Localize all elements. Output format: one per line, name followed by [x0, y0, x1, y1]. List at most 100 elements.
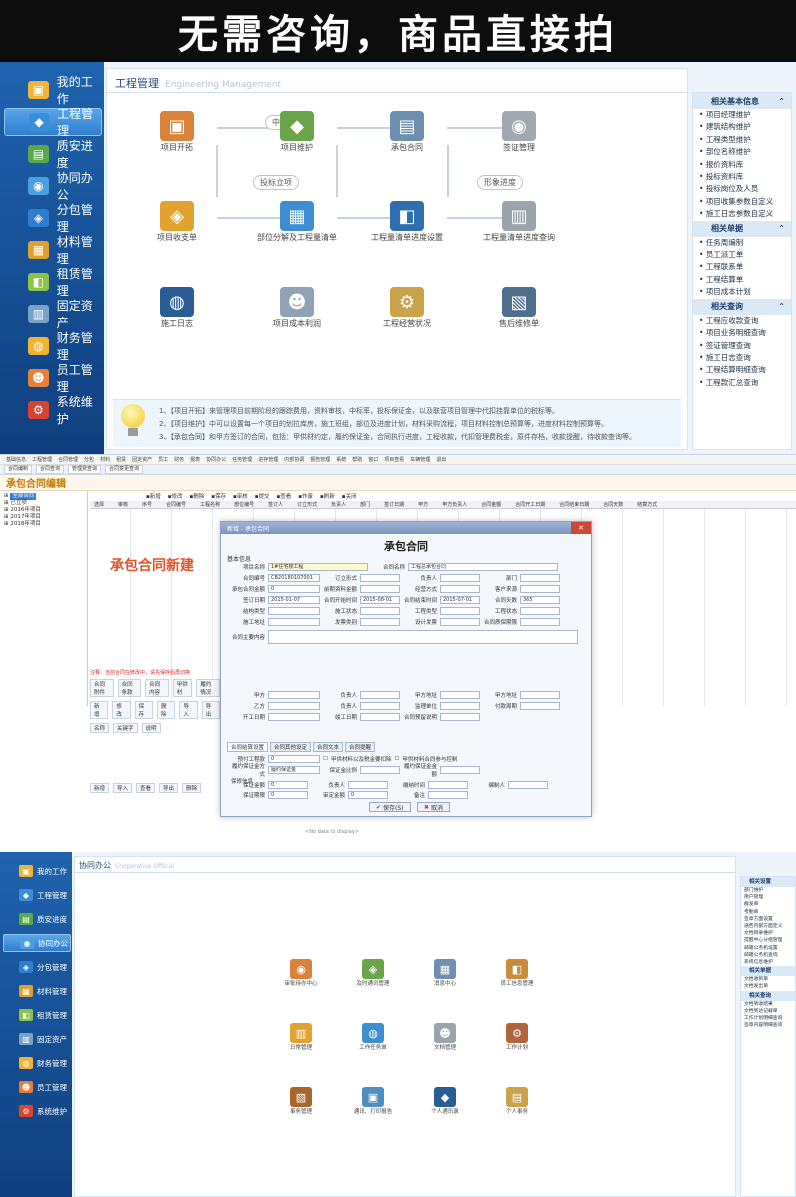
detail-button[interactable]: 删除: [182, 783, 202, 793]
menu-item[interactable]: 租赁: [116, 456, 126, 463]
sidebar-item[interactable]: ☻ 员工管理: [4, 363, 102, 394]
grid-column-header[interactable]: 工程名称: [200, 501, 220, 508]
panel-link[interactable]: • 部位名称维护: [693, 146, 791, 158]
flow-node[interactable]: ◆ 项目维护: [257, 111, 337, 153]
grid-column-header[interactable]: 合同结束日期: [559, 501, 589, 508]
sidebar-item[interactable]: ▤ 质安进度: [3, 910, 71, 928]
menu-item[interactable]: 项目查看: [384, 456, 404, 463]
field-input[interactable]: [520, 573, 560, 582]
detail-button[interactable]: 导入: [113, 783, 133, 793]
flow-node[interactable]: ▥ 工程量清单进度查询: [479, 201, 559, 243]
toolbar-button[interactable]: ▪关闭: [342, 492, 357, 500]
panel-link[interactable]: • 施工日志参数自定义: [693, 208, 791, 220]
field-input[interactable]: [268, 701, 320, 710]
menu-item[interactable]: 系统: [336, 456, 346, 463]
doc-tab[interactable]: 管理费查询: [68, 465, 102, 474]
panel-link[interactable]: • 项目经理维护: [693, 109, 791, 121]
dialog-tab[interactable]: 合同文本: [313, 742, 344, 752]
dialog-tab[interactable]: 合同结算设置: [227, 742, 269, 752]
panel-link[interactable]: • 工程应收款查询: [693, 315, 791, 327]
detail-tab[interactable]: 合同条款: [117, 679, 142, 697]
field-input[interactable]: [360, 765, 400, 774]
dialog-tab[interactable]: 合同提醒: [345, 742, 376, 752]
flow-node[interactable]: ◈ 项目收支单: [137, 201, 217, 243]
sidebar-item[interactable]: ◉ 协同办公: [4, 171, 102, 202]
field-input[interactable]: [520, 690, 560, 699]
field-input[interactable]: [360, 617, 400, 626]
checkbox[interactable]: ☐: [323, 756, 328, 762]
panel-link[interactable]: • 工程联系单: [693, 261, 791, 273]
flow-node[interactable]: ▦ 部位分解及工程量清单: [257, 201, 337, 243]
detail-tab[interactable]: 甲供材: [172, 679, 193, 697]
sidebar-item[interactable]: ▤ 质安进度: [4, 139, 102, 170]
field-input[interactable]: [440, 690, 480, 699]
field-input[interactable]: 1#住宅楼工程: [268, 562, 368, 571]
detail-button[interactable]: 新增: [90, 701, 109, 719]
office-node[interactable]: ▥ 日常管理: [271, 1023, 331, 1052]
office-node[interactable]: ◧ 员工信息管理: [487, 959, 547, 988]
detail-button[interactable]: 删除: [156, 701, 176, 719]
field-input[interactable]: [440, 573, 480, 582]
menu-item[interactable]: 报表: [190, 456, 200, 463]
grid-column-header[interactable]: 部位编号: [234, 501, 254, 508]
sidebar-item[interactable]: ◍ 财务管理: [3, 1054, 71, 1072]
menu-item[interactable]: 任务管理: [232, 456, 252, 463]
menu-item[interactable]: 窗口: [368, 456, 378, 463]
field-input[interactable]: [360, 606, 400, 615]
field-input[interactable]: 履约保证金: [268, 765, 320, 774]
flow-node[interactable]: ☻ 项目成本利润: [257, 287, 337, 329]
field-input[interactable]: 2015-01-07: [268, 595, 320, 604]
field-input[interactable]: [360, 584, 400, 593]
office-node[interactable]: ◍ 工作任务单: [343, 1023, 403, 1052]
panel-link[interactable]: 通告内部方面定义: [741, 923, 795, 930]
panel-link[interactable]: • 员工派工单: [693, 249, 791, 261]
toolbar-button[interactable]: ▪新增: [146, 492, 161, 500]
panel-link[interactable]: 系统信息维护: [741, 959, 795, 966]
tree-item[interactable]: ⊞ 已立项: [4, 500, 83, 507]
menu-item[interactable]: 车辆管理: [410, 456, 430, 463]
panel-link[interactable]: • 工程结算单: [693, 274, 791, 286]
detail-column-header[interactable]: 关键字: [113, 723, 138, 733]
menu-item[interactable]: 工程管理: [32, 456, 52, 463]
field-input[interactable]: [508, 780, 548, 789]
detail-column-header[interactable]: 说明: [141, 723, 161, 733]
detail-button[interactable]: 新增: [90, 783, 110, 793]
grid-column-header[interactable]: 审核: [118, 501, 128, 508]
panel-link[interactable]: 邮箱公务机查询: [741, 952, 795, 959]
flow-node[interactable]: ▤ 承包合同: [367, 111, 447, 153]
toolbar-button[interactable]: ▪查看: [277, 492, 292, 500]
field-input[interactable]: [520, 701, 560, 710]
office-node[interactable]: ◉ 审批待办中心: [271, 959, 331, 988]
panel-group-header[interactable]: 相关查询 ⌃: [693, 298, 791, 315]
panel-link[interactable]: • 项目成本计划: [693, 286, 791, 298]
sidebar-item[interactable]: ◈ 分包管理: [4, 203, 102, 234]
panel-group-header[interactable]: 相关单据: [741, 966, 795, 977]
grid-column-header[interactable]: 部门: [360, 501, 370, 508]
field-input[interactable]: [360, 573, 400, 582]
detail-button[interactable]: 查看: [136, 783, 156, 793]
field-input[interactable]: [428, 790, 468, 799]
field-input[interactable]: CB20180107001: [268, 573, 320, 582]
grid-column-header[interactable]: 合同开工日期: [515, 501, 545, 508]
field-input[interactable]: [360, 690, 400, 699]
grid-column-header[interactable]: 选择: [94, 501, 104, 508]
office-node[interactable]: ▦ 消息中心: [415, 959, 475, 988]
flow-node[interactable]: ⚙ 工程经营状况: [367, 287, 447, 329]
panel-link[interactable]: • 报价资料库: [693, 159, 791, 171]
field-input[interactable]: 2015-08-01: [360, 595, 400, 604]
field-input[interactable]: [520, 617, 560, 626]
panel-link[interactable]: • 工程结算明细查询: [693, 364, 791, 376]
panel-group-header[interactable]: 相关单据 ⌃: [693, 220, 791, 237]
field-input[interactable]: 0: [268, 754, 320, 763]
sidebar-item[interactable]: ◍ 财务管理: [4, 331, 102, 362]
panel-link[interactable]: • 工程类型维护: [693, 134, 791, 146]
grid-column-header[interactable]: 甲方负责人: [442, 501, 467, 508]
contract-scope-field[interactable]: [268, 629, 578, 644]
sidebar-item[interactable]: ▦ 材料管理: [4, 235, 102, 266]
menu-item[interactable]: 合同管理: [58, 456, 78, 463]
panel-link[interactable]: • 签证管理查询: [693, 340, 791, 352]
toolbar-button[interactable]: ▪提交: [255, 492, 270, 500]
menu-item[interactable]: 退出: [436, 456, 446, 463]
field-input[interactable]: 2015-07-01: [440, 595, 480, 604]
panel-link[interactable]: 用户管理: [741, 894, 795, 901]
